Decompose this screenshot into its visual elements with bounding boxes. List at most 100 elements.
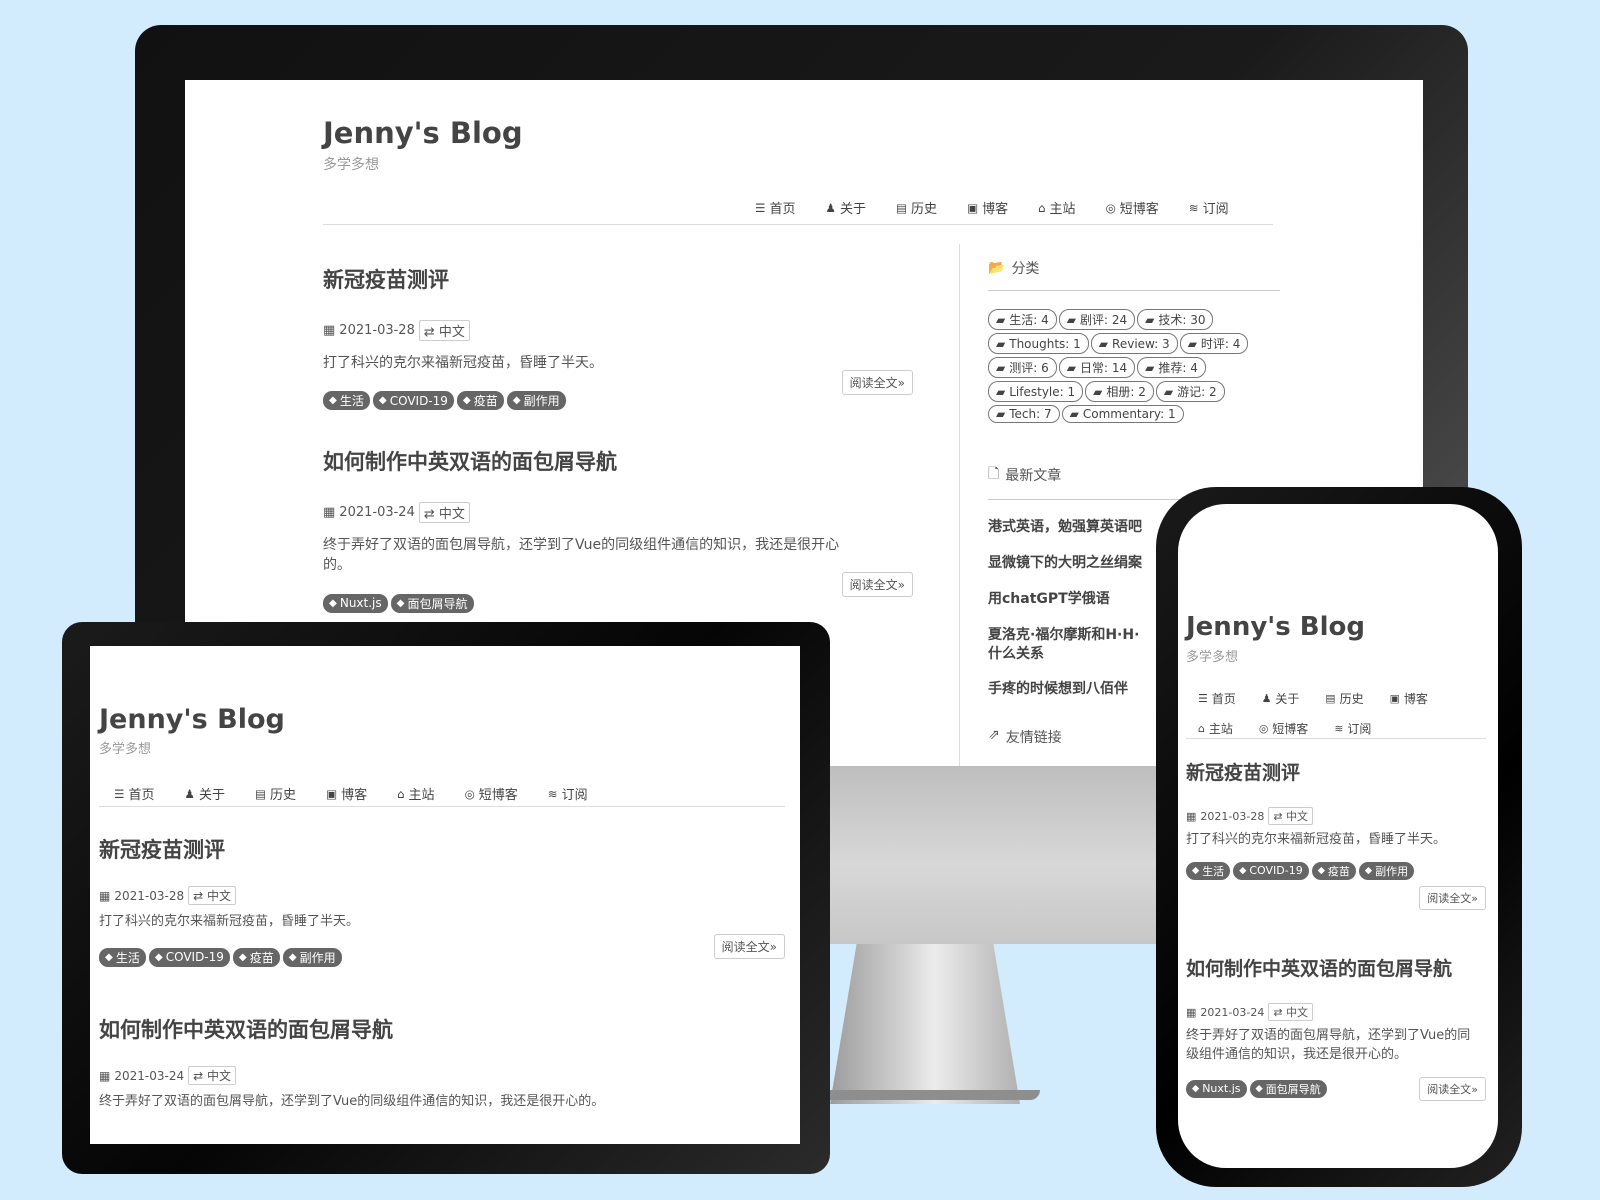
nav-main-site[interactable]: ⌂ 主站 [1038,198,1075,218]
nav-microblog[interactable]: ◎ 短博客 [1106,198,1159,218]
category-badge[interactable]: ▰ 时评: 4 [1179,333,1249,354]
read-more-button[interactable]: 阅读全文» [1419,885,1486,910]
post-title[interactable]: 新冠疫苗测评 [99,834,785,864]
folder-icon: ▰ [1187,336,1197,351]
folder-icon: ▰ [996,336,1006,351]
tag[interactable]: ◆ 疫苗 [456,391,504,411]
blog-title[interactable]: Jenny's Blog [1186,612,1365,642]
read-more-button[interactable]: 阅读全文» [841,370,913,395]
category-badge[interactable]: ▰ Tech: 7 [988,405,1060,423]
post-item: 如何制作中英双语的面包屑导航 ▦ 2021-03-24 ⇄ 中文 终于弄好了双语… [99,1014,785,1112]
calendar-icon: ▦ [323,505,336,520]
book-icon: ▤ [896,200,908,215]
main-nav: ☰ 首页 ♟ 关于 ▤ 历史 ▣ 博客 ⌂ 主站 ◎ 短博客 ≋ 订阅 [755,198,1229,218]
category-badge[interactable]: ▰ Commentary: 1 [1061,405,1184,423]
tag-icon: ◆ [1364,865,1373,877]
nav-history[interactable]: ▤ 历史 [896,198,937,218]
translate-icon: ⇄ [423,325,435,340]
post-title[interactable]: 新冠疫苗测评 [1186,758,1486,785]
calendar-icon: ▦ [323,323,336,338]
post-footer: ◆ Nuxt.js ◆ 面包屑导航 阅读全文» [1186,1076,1486,1101]
post-language[interactable]: ⇄ 中文 [1268,807,1314,825]
read-more-button[interactable]: 阅读全文» [713,934,785,959]
post-language[interactable]: ⇄ 中文 [1268,1003,1314,1021]
folder-open-icon: 📂 [988,260,1006,276]
nav-home[interactable]: ☰ 首页 [1198,690,1236,707]
post-title[interactable]: 新冠疫苗测评 [323,264,913,294]
nav-microblog[interactable]: ◎ 短博客 [464,784,518,804]
nav-blog[interactable]: ▣ 博客 [967,198,1008,218]
tag[interactable]: ◆ 生活 [99,947,146,967]
nav-about[interactable]: ♟ 关于 [826,198,867,218]
tag-icon: ◆ [512,395,521,407]
read-more-button[interactable]: 阅读全文» [1419,1076,1486,1101]
nav-history[interactable]: ▤ 历史 [1325,690,1363,707]
tag[interactable]: ◆ COVID-19 [1233,861,1309,880]
nav-history[interactable]: ▤ 历史 [255,784,296,804]
tag[interactable]: ◆ Nuxt.js [1186,1079,1247,1098]
weibo-icon: ◎ [464,786,475,801]
post-meta: ▦ 2021-03-28 ⇄ 中文 [323,320,913,341]
post-language[interactable]: ⇄ 中文 [188,1066,236,1085]
tag[interactable]: ◆ 副作用 [282,947,342,967]
calendar-icon: ▦ [1186,809,1197,823]
nav-home[interactable]: ☰ 首页 [755,198,796,218]
tag[interactable]: ◆ Nuxt.js [323,593,388,613]
tag[interactable]: ◆ 面包屑导航 [1249,1079,1327,1098]
nav-microblog[interactable]: ◎ 短博客 [1259,720,1308,737]
post-meta: ▦ 2021-03-28 ⇄ 中文 [1186,807,1486,825]
blog-title[interactable]: Jenny's Blog [323,116,523,150]
category-badge[interactable]: ▰ Thoughts: 1 [988,333,1089,354]
nav-about[interactable]: ♟ 关于 [185,784,226,804]
post-title[interactable]: 如何制作中英双语的面包屑导航 [99,1014,785,1044]
post-date: 2021-03-24 [114,1068,185,1083]
category-badge[interactable]: ▰ Lifestyle: 1 [988,381,1084,402]
category-badge[interactable]: ▰ 技术: 30 [1137,309,1214,330]
post-title[interactable]: 如何制作中英双语的面包屑导航 [1186,954,1486,981]
nav-blog[interactable]: ▣ 博客 [326,784,367,804]
folder-icon: ▰ [1163,384,1174,399]
read-more-button[interactable]: 阅读全文» [841,572,913,597]
tag[interactable]: ◆ COVID-19 [372,391,454,411]
nav-subscribe[interactable]: ≋ 订阅 [1334,720,1371,737]
tag[interactable]: ◆ 疫苗 [1311,861,1356,880]
nav-subscribe[interactable]: ≋ 订阅 [548,784,588,804]
tag[interactable]: ◆ 面包屑导航 [390,593,474,613]
category-badge[interactable]: ▰ 剧评: 24 [1058,309,1136,330]
nav-subscribe[interactable]: ≋ 订阅 [1189,198,1229,218]
tag[interactable]: ◆ 生活 [323,391,370,411]
category-badge[interactable]: ▰ 测评: 6 [988,357,1057,378]
category-badge[interactable]: ▰ 日常: 14 [1058,357,1136,378]
tag[interactable]: ◆ 疫苗 [232,947,280,967]
weibo-icon: ◎ [1258,722,1269,735]
translate-icon: ⇄ [423,507,435,522]
nav-main-site[interactable]: ⌂ 主站 [397,784,434,804]
post-language[interactable]: ⇄ 中文 [418,320,470,341]
category-badge[interactable]: ▰ 相册: 2 [1085,381,1154,402]
nav-blog[interactable]: ▣ 博客 [1390,690,1428,707]
category-badge[interactable]: ▰ 生活: 4 [988,309,1057,330]
category-badge[interactable]: ▰ Review: 3 [1090,333,1178,354]
blog-title[interactable]: Jenny's Blog [99,704,285,735]
tag[interactable]: ◆ 生活 [1186,861,1231,880]
folder-icon: ▰ [1145,360,1155,375]
list-icon: ☰ [755,200,766,215]
nav-about[interactable]: ♟ 关于 [1262,690,1300,707]
nav-main-site[interactable]: ⌂ 主站 [1198,720,1233,737]
category-badge[interactable]: ▰ 游记: 2 [1155,381,1225,402]
translate-icon: ⇄ [1273,810,1283,823]
tag[interactable]: ◆ 副作用 [1358,861,1415,880]
category-badge[interactable]: ▰ 推荐: 4 [1137,357,1206,378]
post-language[interactable]: ⇄ 中文 [418,502,470,523]
header-divider [99,806,785,807]
tag[interactable]: ◆ COVID-19 [148,947,230,967]
post-language[interactable]: ⇄ 中文 [188,886,236,905]
tag[interactable]: ◆ 副作用 [506,391,566,411]
tag-icon: ◆ [1192,865,1200,877]
nav-home[interactable]: ☰ 首页 [114,784,155,804]
post-title[interactable]: 如何制作中英双语的面包屑导航 [323,446,913,476]
post-meta: ▦ 2021-03-28 ⇄ 中文 [99,886,785,905]
sidebar-divider [959,244,960,766]
post-tags: ◆ 生活 ◆ COVID-19 ◆ 疫苗 ◆ 副作用 [99,947,785,967]
tag-icon: ◆ [1239,865,1247,877]
